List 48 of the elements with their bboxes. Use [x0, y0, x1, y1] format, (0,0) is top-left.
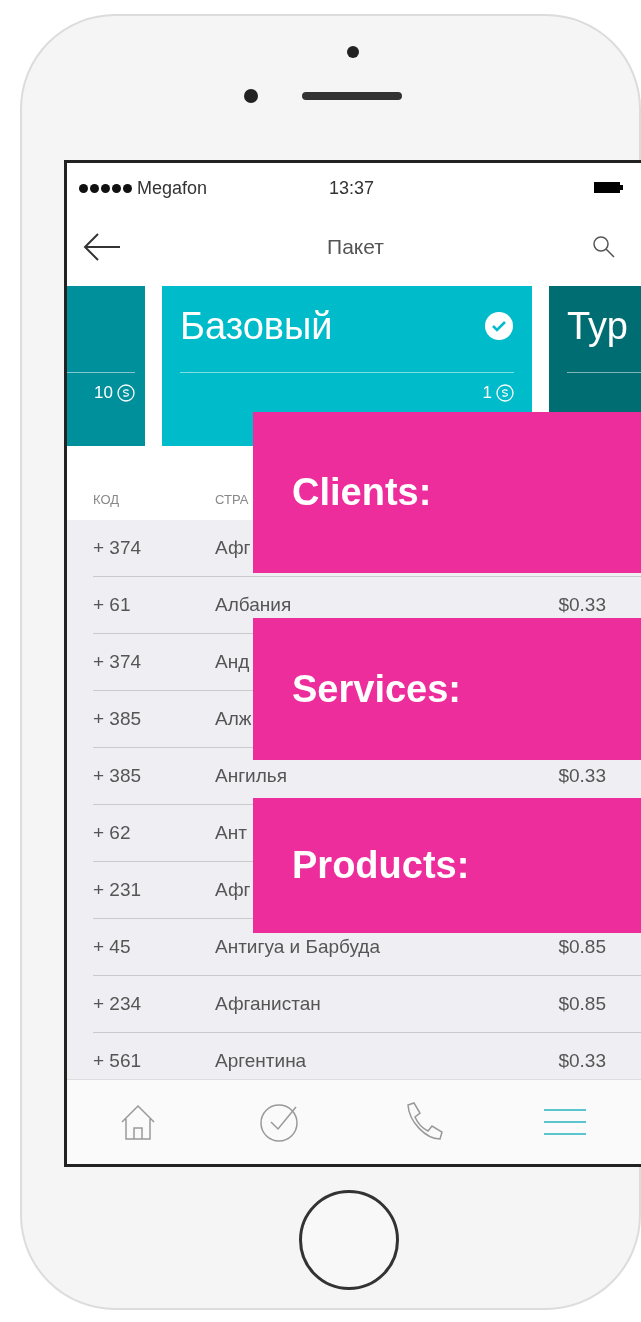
package-card[interactable]: 10 [67, 286, 145, 446]
battery-icon [594, 179, 624, 194]
country-name: Афганистан [215, 993, 322, 1015]
signal-icon [79, 183, 132, 193]
call-price: $0.33 [558, 765, 606, 787]
label-overlay: Services: [253, 618, 641, 760]
country-name: Ант [215, 822, 248, 844]
country-name: Албания [215, 594, 293, 616]
call-price: $0.85 [558, 936, 606, 958]
label-overlay: Clients: [253, 412, 641, 573]
coin-icon [496, 384, 514, 402]
country-code: + 374 [93, 537, 143, 559]
menu-icon [543, 1107, 586, 1137]
country-name: Афг [215, 879, 252, 901]
country-code: + 61 [93, 594, 132, 616]
country-name: Афг [215, 537, 252, 559]
country-name: Алж [215, 708, 253, 730]
country-name: Антигуа и Барбуда [215, 936, 382, 958]
country-code: + 385 [93, 765, 143, 787]
card-price: 10 [94, 383, 113, 403]
country-code: + 385 [93, 708, 143, 730]
country-code: + 234 [93, 993, 143, 1015]
back-arrow-icon[interactable] [82, 232, 122, 262]
country-code: + 231 [93, 879, 143, 901]
card-title: Базовый [180, 304, 333, 348]
country-code: + 45 [93, 936, 132, 958]
call-price: $0.33 [558, 1050, 606, 1072]
call-price: $0.85 [558, 993, 606, 1015]
camera-icon [243, 89, 258, 103]
country-name: Аргентина [215, 1050, 308, 1072]
clock-time: 13:37 [328, 177, 374, 199]
check-circle-icon [484, 311, 514, 341]
speaker-icon [301, 92, 402, 100]
card-title: Тур [567, 304, 628, 348]
search-icon[interactable] [592, 235, 616, 259]
country-code: + 374 [93, 651, 143, 673]
country-code: + 561 [93, 1050, 143, 1072]
sensor-icon [346, 46, 359, 58]
screen-title: Пакет [327, 235, 384, 259]
call-price: $0.33 [558, 594, 606, 616]
coin-icon [117, 384, 135, 402]
carrier-name: Megafon [137, 177, 208, 199]
country-name: Анд [215, 651, 251, 673]
card-price: 1 [482, 383, 492, 403]
country-name: Ангилья [215, 765, 288, 787]
label-overlay: Products: [253, 798, 641, 933]
country-code: + 62 [93, 822, 132, 844]
column-header: КОД [93, 491, 121, 507]
